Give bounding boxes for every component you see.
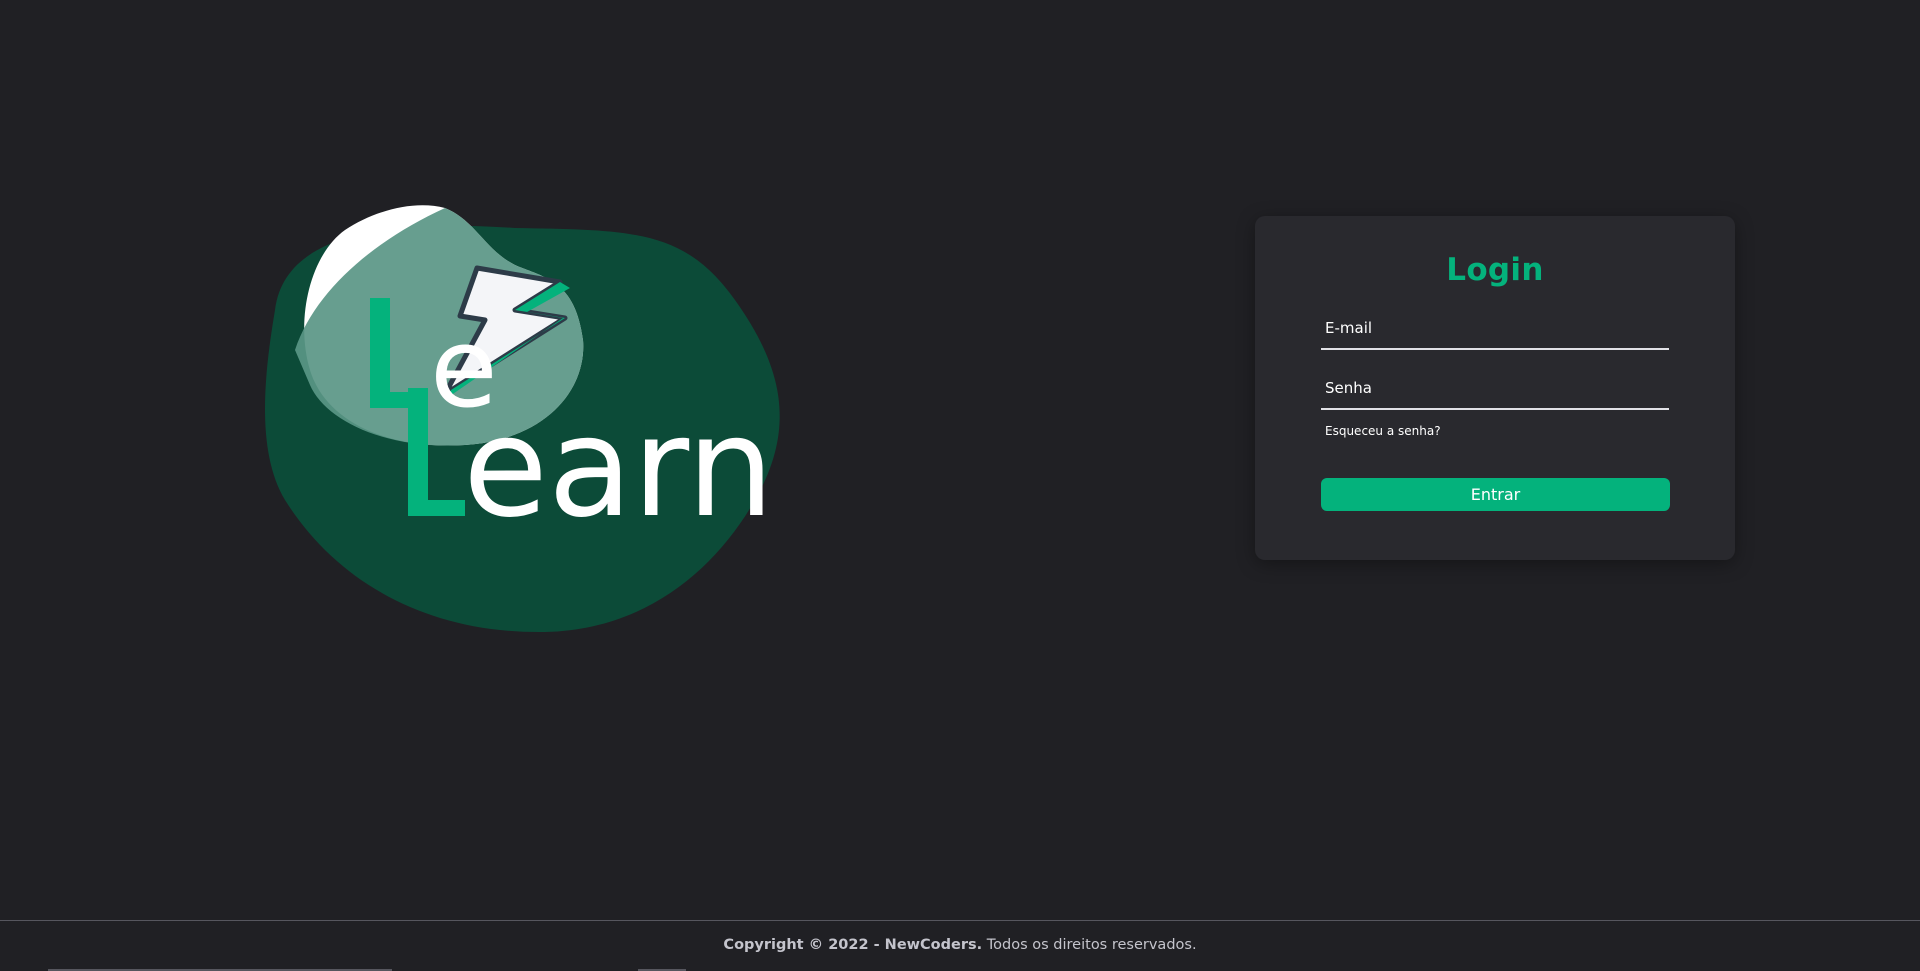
password-field-wrapper bbox=[1321, 368, 1669, 410]
login-page: e earn Login Esqueceu a senha? Entrar Co… bbox=[0, 0, 1920, 971]
footer: Copyright © 2022 - NewCoders. Todos os d… bbox=[0, 920, 1920, 971]
login-button[interactable]: Entrar bbox=[1321, 478, 1670, 511]
forgot-password-link[interactable]: Esqueceu a senha? bbox=[1325, 424, 1441, 438]
lelearn-logo: e earn bbox=[215, 170, 915, 650]
logo-text-earn: earn bbox=[463, 387, 774, 548]
login-title: Login bbox=[1446, 252, 1544, 288]
logo-graphic: e earn bbox=[265, 205, 780, 633]
email-field-wrapper bbox=[1321, 308, 1669, 350]
footer-text: Copyright © 2022 - NewCoders. Todos os d… bbox=[0, 937, 1920, 953]
email-field[interactable] bbox=[1321, 308, 1669, 348]
footer-copyright: Copyright © 2022 - NewCoders. bbox=[723, 937, 983, 953]
footer-rights: Todos os direitos reservados. bbox=[982, 937, 1197, 953]
login-card: Login Esqueceu a senha? Entrar bbox=[1255, 216, 1735, 560]
password-field[interactable] bbox=[1321, 368, 1669, 408]
